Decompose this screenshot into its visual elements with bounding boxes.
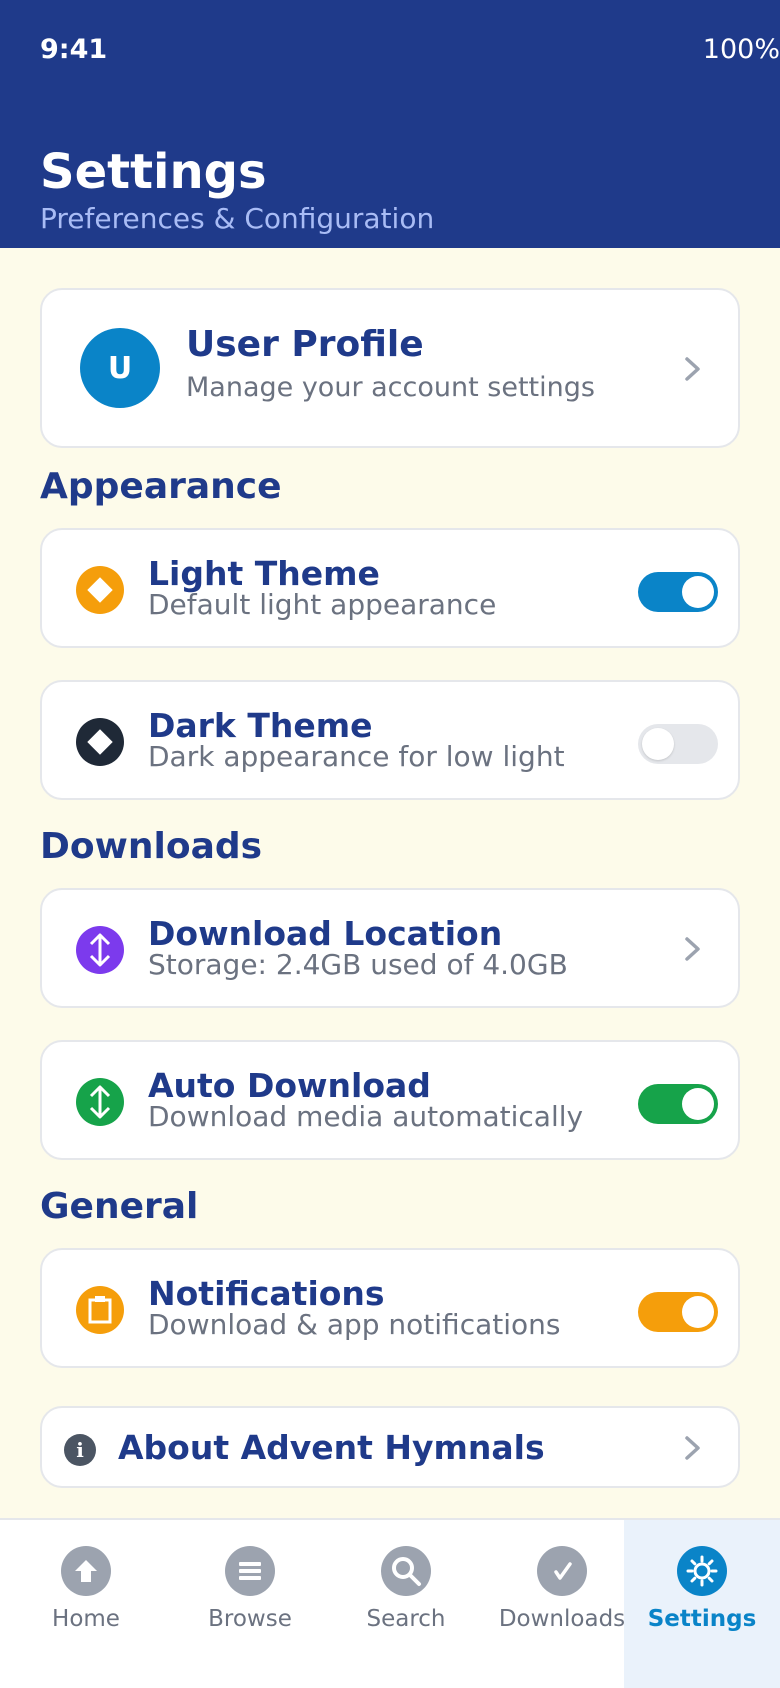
auto-download-toggle[interactable] xyxy=(638,1084,718,1124)
tab-label-search: Search xyxy=(366,1606,446,1632)
page-title: Settings xyxy=(40,144,267,200)
gear-icon xyxy=(677,1546,727,1596)
bottom-tab-bar: Home Browse Search Downloads Settings xyxy=(0,1518,780,1688)
about-label: About Advent Hymnals xyxy=(118,1428,545,1467)
section-title-downloads: Downloads xyxy=(40,826,263,867)
chevron-right-icon xyxy=(685,1436,700,1460)
tab-downloads[interactable]: Downloads xyxy=(484,1520,640,1688)
light-theme-toggle[interactable] xyxy=(638,572,718,612)
auto-download-description: Download media automatically xyxy=(148,1100,584,1133)
section-title-general: General xyxy=(40,1186,199,1227)
light-theme-description: Default light appearance xyxy=(148,588,497,621)
tab-settings[interactable]: Settings xyxy=(624,1520,780,1688)
dark-theme-row[interactable]: Dark Theme Dark appearance for low light xyxy=(40,680,740,800)
search-icon xyxy=(381,1546,431,1596)
page-subtitle: Preferences & Configuration xyxy=(40,202,435,235)
arrows-vertical-icon xyxy=(76,926,124,974)
about-row[interactable]: i About Advent Hymnals xyxy=(40,1406,740,1488)
home-icon xyxy=(61,1546,111,1596)
download-location-row[interactable]: Download Location Storage: 2.4GB used of… xyxy=(40,888,740,1008)
tab-label-browse: Browse xyxy=(208,1606,292,1632)
chevron-right-icon xyxy=(685,357,700,381)
notifications-row[interactable]: Notifications Download & app notificatio… xyxy=(40,1248,740,1368)
light-theme-row[interactable]: Light Theme Default light appearance xyxy=(40,528,740,648)
tab-home[interactable]: Home xyxy=(8,1520,164,1688)
tab-browse[interactable]: Browse xyxy=(172,1520,328,1688)
header: 9:41 100% Settings Preferences & Configu… xyxy=(0,0,780,248)
user-profile-card[interactable]: U User Profile Manage your account setti… xyxy=(40,288,740,448)
dark-theme-toggle[interactable] xyxy=(638,724,718,764)
status-time: 9:41 xyxy=(40,34,108,65)
profile-name: User Profile xyxy=(186,324,424,365)
download-location-storage: Storage: 2.4GB used of 4.0GB xyxy=(148,948,568,981)
tab-search[interactable]: Search xyxy=(328,1520,484,1688)
clipboard-icon xyxy=(76,1286,124,1334)
section-title-appearance: Appearance xyxy=(40,466,282,507)
tab-label-downloads: Downloads xyxy=(498,1606,626,1632)
chevron-right-icon xyxy=(685,937,700,961)
notifications-toggle[interactable] xyxy=(638,1292,718,1332)
download-icon xyxy=(537,1546,587,1596)
diamond-icon xyxy=(76,566,124,614)
battery-level: 100% xyxy=(702,34,780,65)
notifications-description: Download & app notifications xyxy=(148,1308,561,1341)
tab-label-home: Home xyxy=(52,1606,120,1632)
list-icon xyxy=(225,1546,275,1596)
auto-download-row[interactable]: Auto Download Download media automatical… xyxy=(40,1040,740,1160)
profile-description: Manage your account settings xyxy=(186,372,595,403)
dark-theme-description: Dark appearance for low light xyxy=(148,740,565,773)
avatar: U xyxy=(80,328,160,408)
tab-label-settings: Settings xyxy=(647,1606,757,1632)
diamond-icon xyxy=(76,718,124,766)
arrows-vertical-icon xyxy=(76,1078,124,1126)
info-icon: i xyxy=(64,1434,96,1466)
